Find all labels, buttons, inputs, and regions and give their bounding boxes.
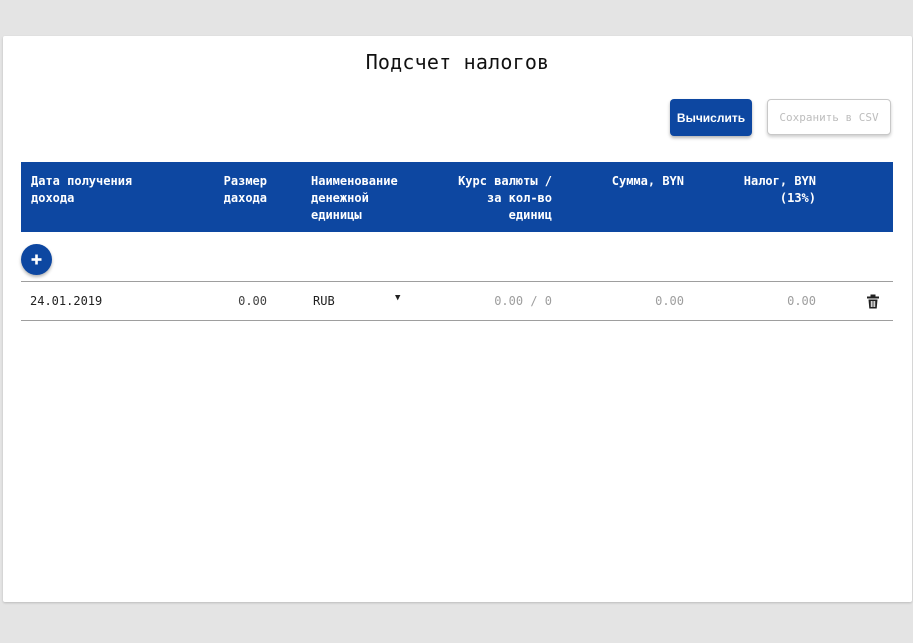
income-amount-field[interactable]: 0.00 [191, 294, 267, 308]
income-date-field[interactable]: 24.01.2019 [30, 294, 102, 308]
tax-calculator-card: Подсчет налогов Вычислить Сохранить в CS… [3, 36, 912, 602]
column-header-rate: Курс валюты / за кол-во единиц [458, 174, 552, 222]
column-header-currency: Наименование денежной единицы [311, 174, 398, 222]
column-header-tax: Налог, BYN (13%) [743, 174, 816, 205]
table-row: 24.01.2019 0.00 RUB ▼ 0.00 / 0 0.00 0.00 [21, 281, 893, 321]
trash-icon[interactable] [866, 294, 880, 309]
column-header-sum: Сумма, BYN [611, 174, 684, 188]
sum-byn-value: 0.00 [655, 294, 684, 308]
column-header-date: Дата получения дохода [31, 174, 133, 205]
currency-select[interactable]: RUB [313, 294, 403, 308]
page-title: Подсчет налогов [365, 50, 550, 74]
exchange-rate-field: 0.00 / 0 [494, 294, 552, 308]
column-header-amount: Размер дахода [223, 174, 267, 205]
table-header: Дата получения дохода Размер дахода Наим… [21, 162, 893, 232]
save-csv-button[interactable]: Сохранить в CSV [767, 99, 891, 135]
tax-byn-value: 0.00 [787, 294, 816, 308]
plus-icon [31, 254, 42, 265]
add-row-button[interactable] [21, 244, 52, 275]
calculate-button[interactable]: Вычислить [670, 99, 752, 136]
dropdown-caret-icon[interactable]: ▼ [395, 293, 400, 303]
